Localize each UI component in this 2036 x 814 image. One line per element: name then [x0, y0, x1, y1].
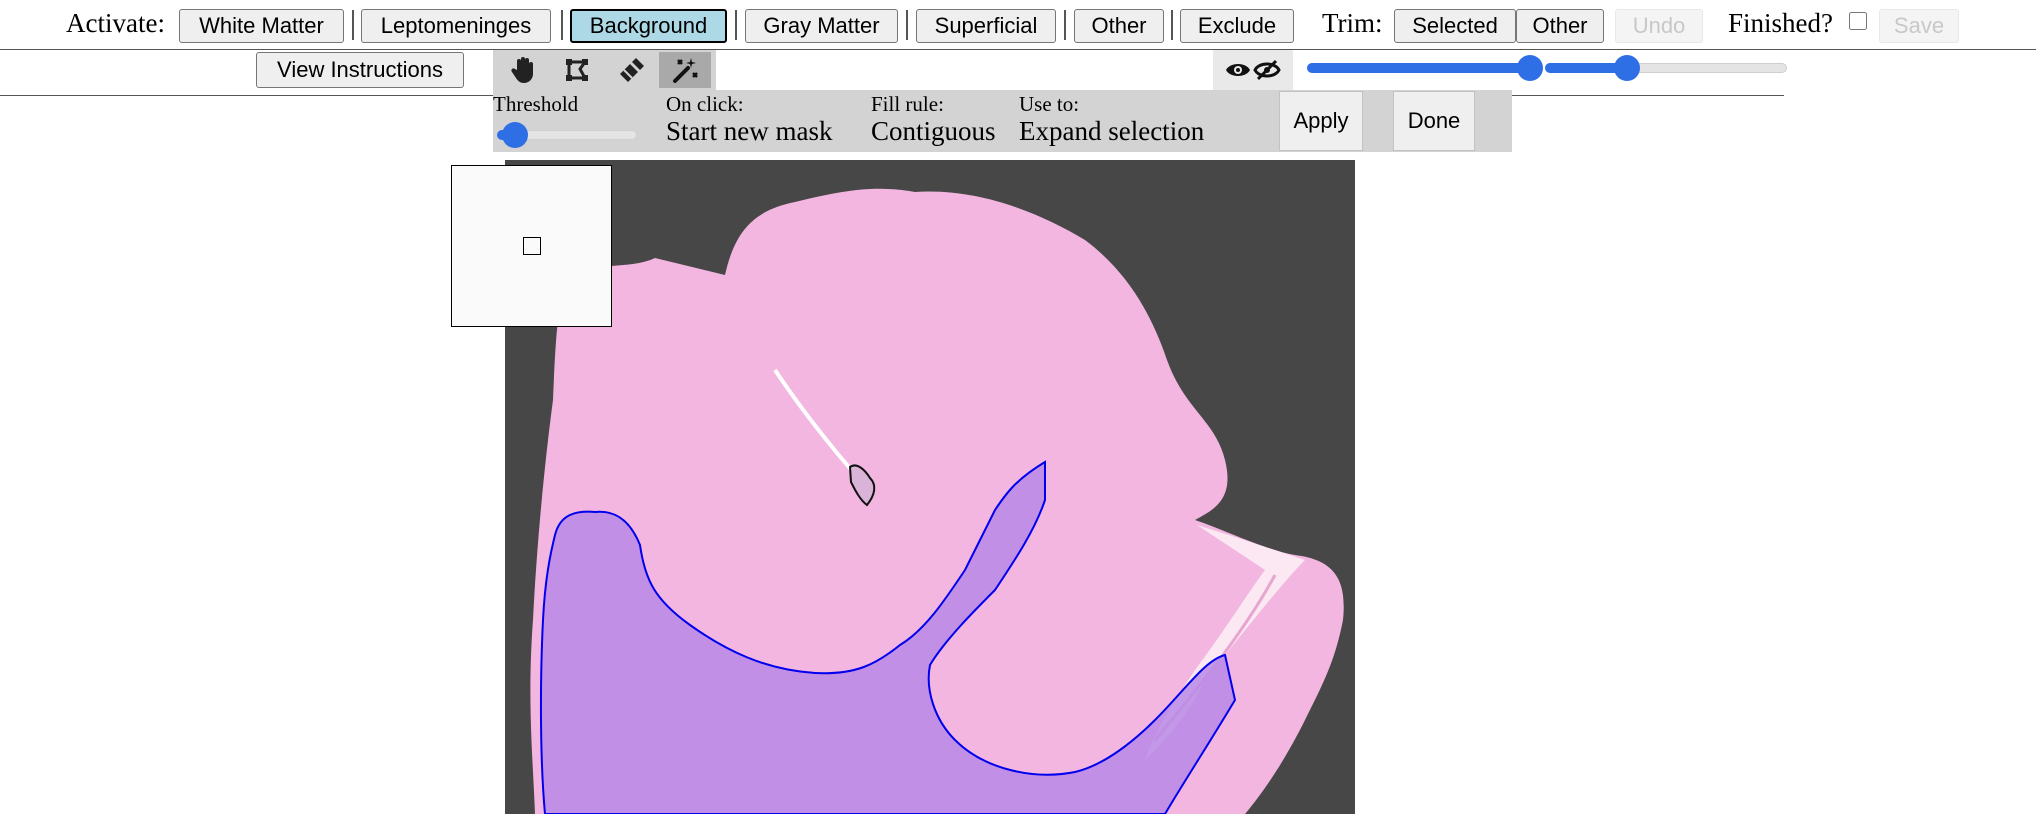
- fill-rule-label: Fill rule:: [871, 92, 944, 116]
- trim-label: Trim:: [1322, 8, 1383, 38]
- minimap-viewport[interactable]: [523, 237, 541, 255]
- magic-wand-options-panel: Threshold On click: Start new mask Fill …: [493, 90, 1512, 152]
- layer-button-superficial[interactable]: Superficial: [916, 9, 1056, 43]
- slider-thumb[interactable]: [1614, 55, 1640, 81]
- pan-tool-button[interactable]: [497, 52, 549, 88]
- finished-checkbox[interactable]: [1849, 12, 1867, 30]
- layer-button-other[interactable]: Other: [1074, 9, 1164, 43]
- slider-thumb[interactable]: [1517, 55, 1543, 81]
- separator: [1171, 10, 1173, 40]
- opacity-slider-1[interactable]: [1307, 55, 1543, 81]
- activate-label: Activate:: [66, 8, 165, 38]
- done-button[interactable]: Done: [1393, 91, 1475, 151]
- magic-wand-icon: [673, 58, 698, 83]
- fill-rule-select[interactable]: Contiguous: [871, 116, 996, 147]
- finished-label: Finished?: [1728, 8, 1833, 38]
- separator: [906, 10, 908, 40]
- save-button[interactable]: Save: [1879, 9, 1959, 43]
- hand-icon: [511, 57, 533, 83]
- tool-bar: [493, 50, 716, 90]
- on-click-select[interactable]: Start new mask: [666, 116, 832, 147]
- layer-button-background[interactable]: Background: [570, 9, 727, 43]
- trim-other-button[interactable]: Other: [1516, 9, 1604, 43]
- visibility-toggle[interactable]: [1213, 50, 1293, 90]
- threshold-slider[interactable]: [497, 122, 637, 148]
- eye-open-icon: [1226, 64, 1250, 76]
- slider-thumb[interactable]: [502, 122, 528, 148]
- use-to-label: Use to:: [1019, 92, 1080, 116]
- layer-button-exclude[interactable]: Exclude: [1180, 9, 1294, 43]
- undo-button[interactable]: Undo: [1615, 9, 1703, 43]
- separator: [1064, 10, 1066, 40]
- minimap[interactable]: [451, 165, 612, 327]
- separator: [352, 10, 354, 40]
- header-divider: [0, 49, 2036, 50]
- view-instructions-button[interactable]: View Instructions: [256, 52, 464, 88]
- layer-button-gray-matter[interactable]: Gray Matter: [745, 9, 898, 43]
- eye-closed-icon: [1253, 59, 1281, 81]
- layer-button-leptomeninges[interactable]: Leptomeninges: [361, 9, 551, 43]
- brush-icon: [620, 58, 644, 82]
- slide-viewer[interactable]: [505, 160, 1355, 814]
- separator: [561, 10, 563, 40]
- layer-button-white-matter[interactable]: White Matter: [179, 9, 344, 43]
- threshold-label: Threshold: [493, 92, 579, 116]
- separator: [735, 10, 737, 40]
- on-click-label: On click:: [666, 92, 744, 116]
- trim-selected-button[interactable]: Selected: [1394, 9, 1516, 43]
- magic-wand-tool-button[interactable]: [659, 52, 711, 88]
- use-to-select[interactable]: Expand selection: [1019, 116, 1204, 147]
- slider-fill: [1307, 63, 1530, 73]
- brush-tool-button[interactable]: [605, 52, 657, 88]
- polygon-tool-button[interactable]: [551, 52, 603, 88]
- apply-button[interactable]: Apply: [1279, 91, 1363, 151]
- opacity-slider-2[interactable]: [1545, 55, 1787, 81]
- polygon-select-icon: [566, 59, 588, 81]
